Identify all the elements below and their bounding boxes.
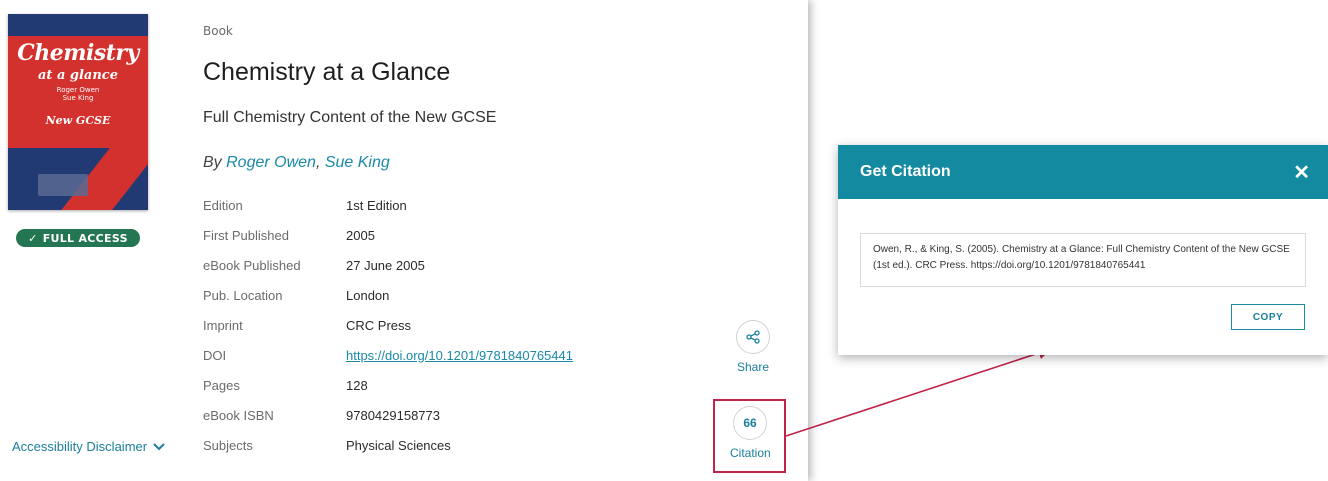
doi-link[interactable]: https://doi.org/10.1201/9781840765441 [346,348,573,363]
copy-button[interactable]: COPY [1231,304,1305,330]
by-prefix: By [203,154,222,171]
share-icon [736,320,770,354]
pub-location-value: London [346,288,390,303]
imprint-value: CRC Press [346,318,412,333]
page-subtitle: Full Chemistry Content of the New GCSE [203,109,497,126]
get-citation-dialog: Get Citation ✕ Owen, R., & King, S. (200… [838,145,1328,355]
accessibility-disclaimer-label: Accessibility Disclaimer [12,439,148,454]
chevron-down-icon [153,442,165,450]
imprint-label: Imprint [203,318,243,333]
first-published-label: First Published [203,228,289,243]
metadata-row: First Published 2005 [203,228,573,258]
pages-label: Pages [203,378,240,393]
author-link-2[interactable]: Sue King [325,154,390,171]
share-label: Share [736,360,770,374]
ebook-published-value: 27 June 2005 [346,258,425,273]
cover-title: Chemistry [17,40,139,66]
author-byline: By Roger Owen, Sue King [203,154,390,172]
metadata-row: Pub. Location London [203,288,573,318]
subjects-value: Physical Sciences [346,438,451,453]
author-separator: , [315,154,325,171]
metadata-row: Pages 128 [203,378,573,408]
book-cover-image: Chemistry at a glance Roger Owen Sue Kin… [8,14,148,210]
full-access-badge: ✓ FULL ACCESS [16,229,140,247]
first-published-value: 2005 [346,228,375,243]
pages-value: 128 [346,378,368,393]
page-title: Chemistry at a Glance [203,58,451,86]
ebook-isbn-label: eBook ISBN [203,408,274,423]
close-icon[interactable]: ✕ [1293,160,1310,185]
metadata-row: Edition 1st Edition [203,198,573,228]
edition-value: 1st Edition [346,198,407,213]
dialog-title: Get Citation [860,163,951,180]
citation-highlight-box [713,399,786,473]
check-icon: ✓ [28,231,38,245]
citation-text-box[interactable]: Owen, R., & King, S. (2005). Chemistry a… [860,233,1306,287]
metadata-table: Edition 1st Edition First Published 2005… [203,198,573,468]
accessibility-disclaimer-toggle[interactable]: Accessibility Disclaimer [12,439,165,454]
cover-author-1: Roger Owen [56,86,100,94]
document-type-label: Book [203,24,233,38]
cover-subtitle: at a glance [38,68,118,83]
dialog-header: Get Citation ✕ [838,145,1328,199]
metadata-row: Imprint CRC Press [203,318,573,348]
metadata-row: eBook ISBN 9780429158773 [203,408,573,438]
ebook-isbn-value: 9780429158773 [346,408,440,423]
book-details-panel: Chemistry at a glance Roger Owen Sue Kin… [0,0,808,481]
share-button[interactable]: Share [733,320,773,374]
edition-label: Edition [203,198,243,213]
subjects-label: Subjects [203,438,253,453]
metadata-row: DOI https://doi.org/10.1201/978184076544… [203,348,573,378]
cover-authors: Roger Owen Sue King [8,86,148,102]
pub-location-label: Pub. Location [203,288,283,303]
ebook-published-label: eBook Published [203,258,301,273]
cover-publisher-logo [38,174,88,196]
author-link-1[interactable]: Roger Owen [226,154,316,171]
metadata-row: Subjects Physical Sciences [203,438,573,468]
cover-author-2: Sue King [62,94,94,102]
access-badge-label: FULL ACCESS [42,231,128,245]
metadata-row: eBook Published 27 June 2005 [203,258,573,288]
doi-label: DOI [203,348,227,363]
